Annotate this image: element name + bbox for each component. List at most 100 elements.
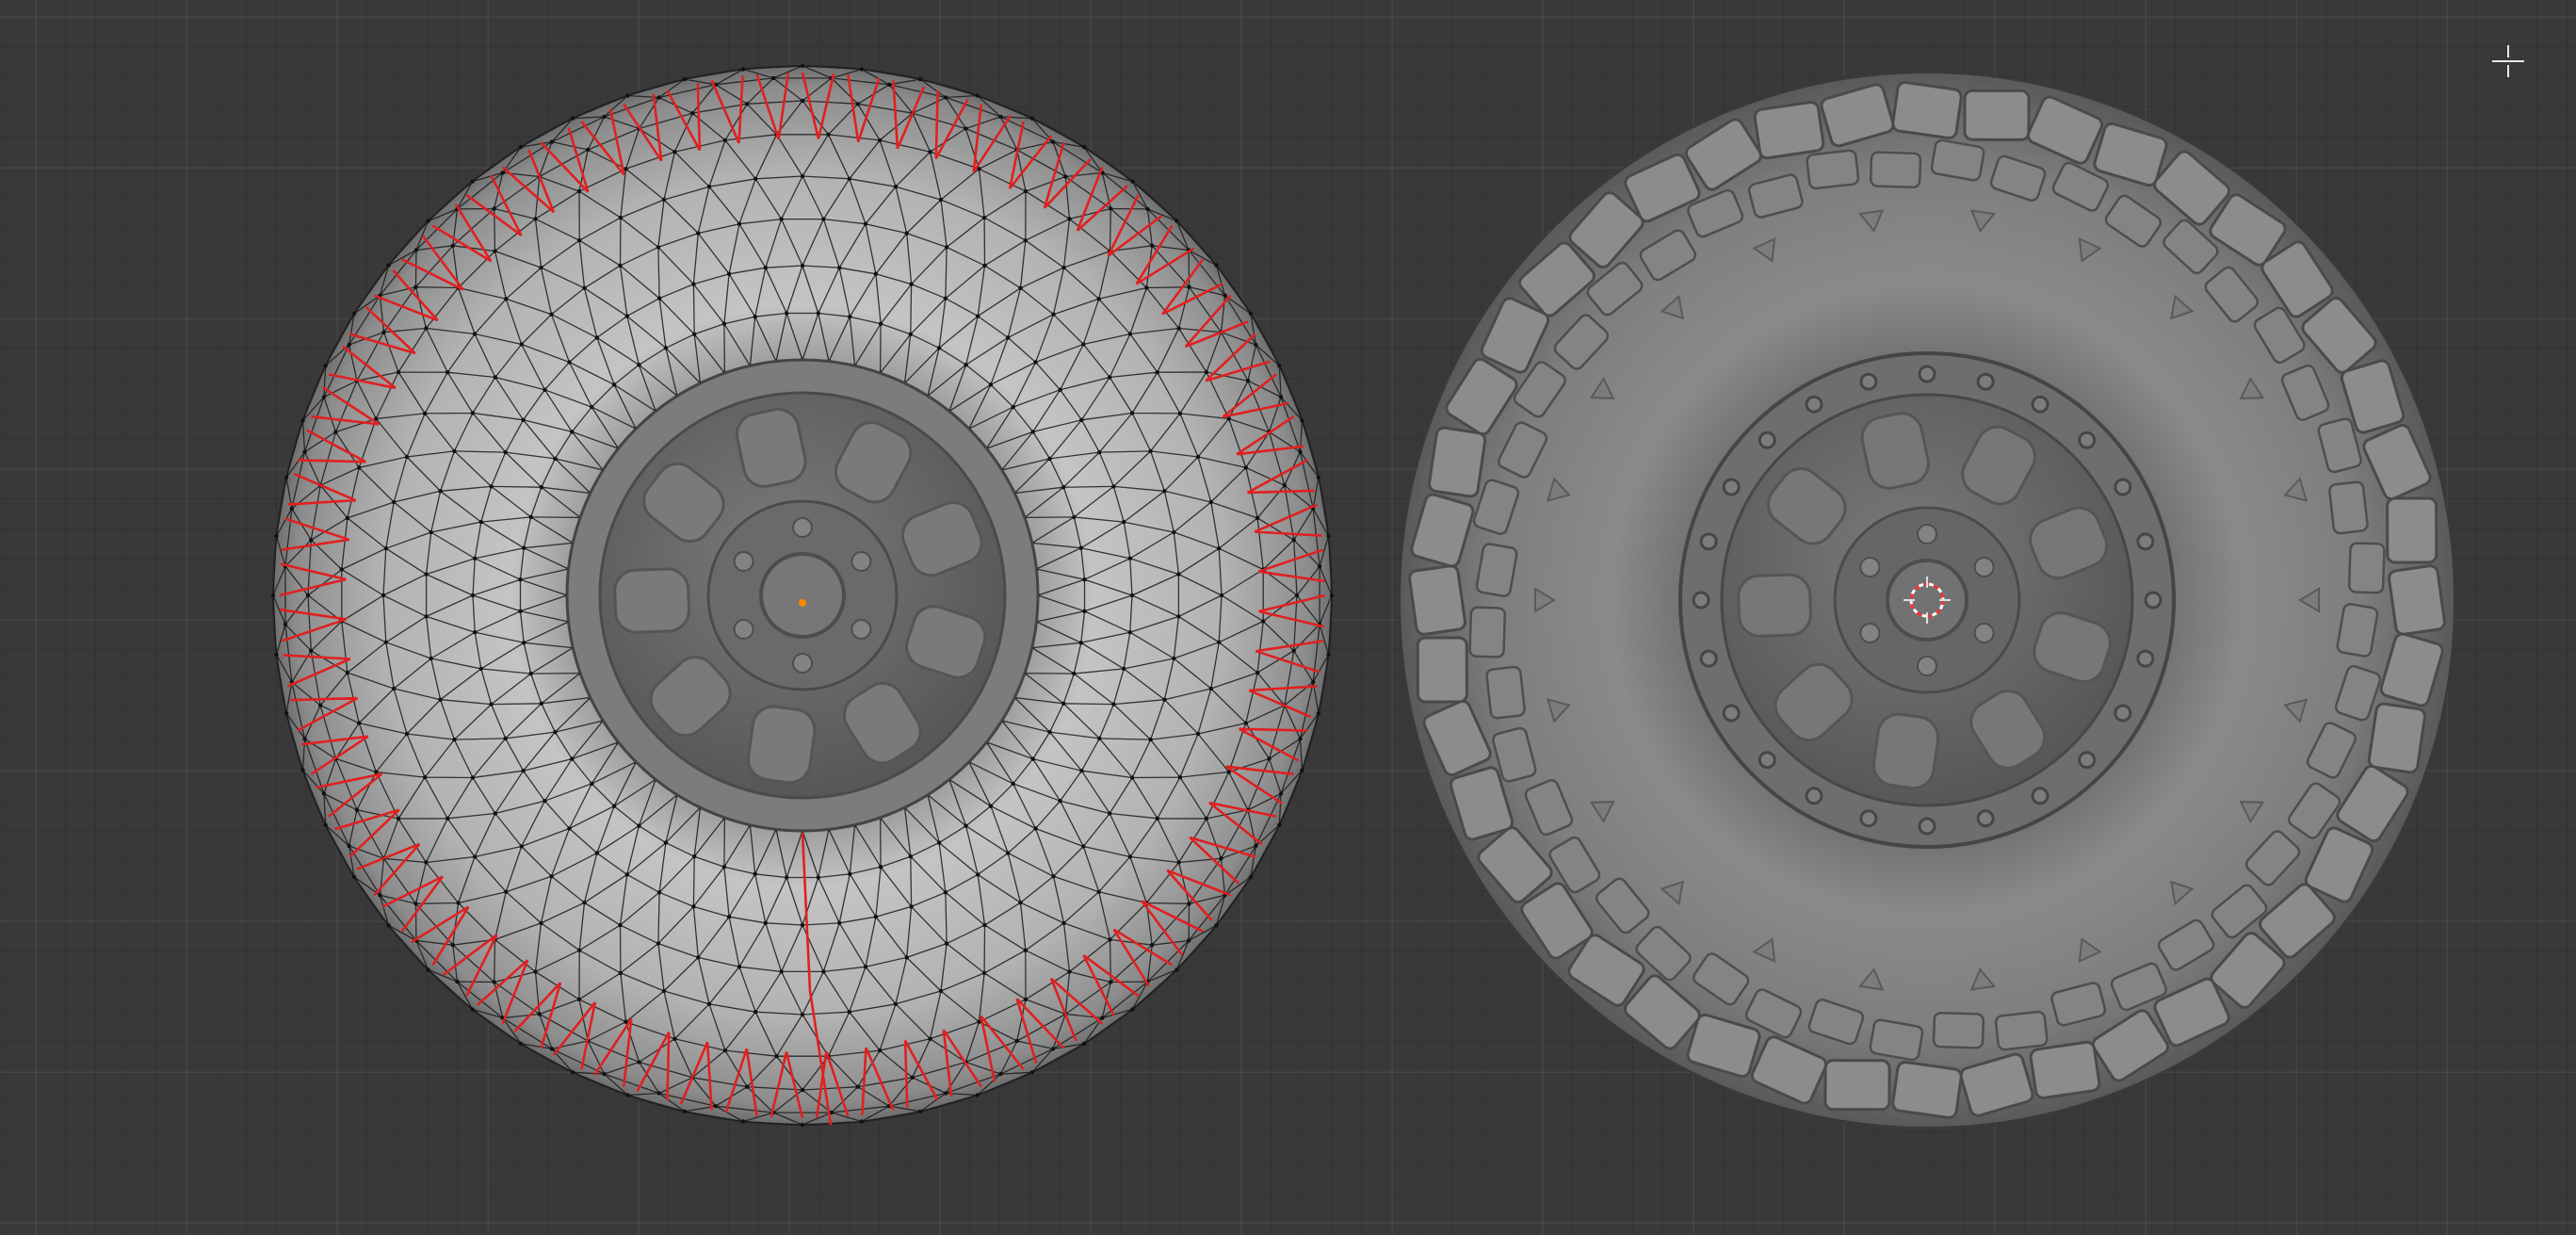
vertex <box>1079 769 1084 773</box>
beadlock-bolt <box>1692 591 1710 609</box>
beadlock-bolt <box>1805 787 1823 805</box>
vertex <box>938 197 944 203</box>
vertex <box>270 593 276 598</box>
vertex <box>800 263 805 268</box>
vertex <box>726 271 732 276</box>
vertex <box>722 138 728 143</box>
vertex <box>656 890 662 895</box>
vertex <box>982 263 987 268</box>
vertex <box>936 840 942 845</box>
vertex <box>625 93 630 98</box>
vertex <box>1243 465 1249 470</box>
vertex <box>351 874 357 880</box>
vertex <box>323 822 328 827</box>
vertex <box>549 139 555 144</box>
beadlock-bolt <box>2114 478 2132 496</box>
vertex <box>539 920 543 926</box>
vertex <box>347 843 351 849</box>
vertex <box>1058 799 1062 804</box>
object-origin-icon <box>799 599 806 607</box>
vertex <box>424 326 429 331</box>
vertex <box>539 485 543 490</box>
vertex <box>339 567 344 572</box>
vertex <box>1316 710 1321 716</box>
vertex <box>1030 756 1035 761</box>
vertex <box>289 506 294 512</box>
vertex <box>381 330 386 334</box>
vertex <box>1078 641 1084 645</box>
vertex <box>1277 364 1282 368</box>
vertex <box>543 387 547 392</box>
vertex <box>357 465 362 470</box>
vertex <box>602 1071 607 1077</box>
vertex <box>944 1091 948 1096</box>
wheel-low-poly-wireframe[interactable] <box>270 63 1335 1128</box>
vertex <box>726 915 732 919</box>
vertex <box>779 969 784 974</box>
beadlock-bolt <box>2078 751 2097 770</box>
scene-canvas[interactable] <box>0 0 2576 1235</box>
crosshair-icon[interactable] <box>2492 45 2524 77</box>
vertex <box>1078 545 1084 550</box>
vertex <box>1172 529 1176 535</box>
vertex <box>816 875 820 880</box>
vertex <box>478 666 483 672</box>
vertex <box>274 533 279 539</box>
vertex <box>519 844 524 849</box>
vertex <box>381 593 386 598</box>
vertex <box>1175 219 1179 223</box>
tread-block <box>2367 702 2426 774</box>
vertex <box>1316 475 1321 480</box>
vertex <box>763 920 768 925</box>
vertex <box>1329 593 1335 598</box>
lug-nut <box>1973 623 1995 643</box>
vertex <box>893 185 899 189</box>
vertex <box>1226 416 1231 421</box>
vertex <box>690 111 695 116</box>
vertex <box>1096 297 1101 301</box>
vertex <box>863 221 868 226</box>
vertex <box>1097 736 1102 741</box>
vertex <box>753 176 758 181</box>
vertex <box>1111 702 1116 707</box>
vertex <box>975 1093 980 1097</box>
vertex <box>492 980 496 984</box>
vertex <box>988 382 994 387</box>
beadlock-bolt <box>1758 431 1776 449</box>
tread-block <box>1891 1061 1963 1119</box>
tread-block <box>1823 1059 1891 1112</box>
vertex <box>1155 370 1160 375</box>
vertex <box>1267 756 1272 761</box>
spoke-hole <box>1737 573 1812 638</box>
vertex <box>873 915 879 919</box>
vertex <box>493 375 497 380</box>
3d-viewport[interactable] <box>0 0 2576 1235</box>
vertex <box>663 840 669 845</box>
vertex <box>429 656 433 661</box>
beadlock-bolt <box>2031 395 2049 414</box>
vertex <box>452 737 457 742</box>
vertex <box>1177 774 1183 780</box>
center-cap <box>1886 559 1968 642</box>
vertex <box>998 114 1003 120</box>
vertex <box>893 1001 899 1007</box>
vertex <box>1127 630 1133 635</box>
vertex <box>1300 768 1304 772</box>
tread-block-inner <box>1870 151 1922 189</box>
beadlock-bolt <box>1918 365 1936 383</box>
vertex <box>522 545 527 550</box>
vertex <box>1061 485 1066 490</box>
vertex <box>753 1010 758 1015</box>
vertex <box>456 901 461 905</box>
vertex <box>981 215 987 220</box>
vertex <box>618 970 624 976</box>
vertex <box>1050 139 1056 144</box>
vertex <box>800 1122 805 1128</box>
vertex <box>492 206 496 211</box>
wheel-high-poly-sculpt[interactable] <box>1399 72 2455 1129</box>
vertex <box>1245 379 1251 383</box>
vertex <box>656 1091 661 1096</box>
vertex <box>1148 448 1153 454</box>
vertex <box>309 538 314 543</box>
beadlock-bolt <box>1805 395 1823 414</box>
